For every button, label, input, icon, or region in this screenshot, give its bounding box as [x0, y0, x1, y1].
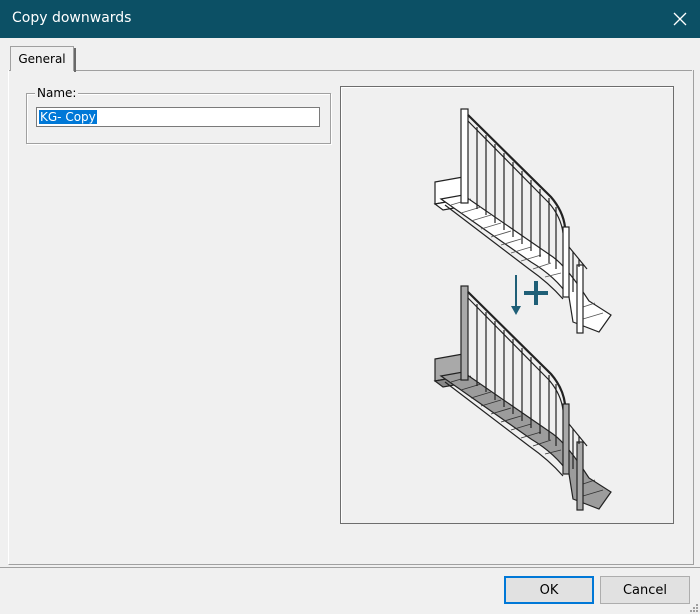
tab-general[interactable]: General	[10, 46, 76, 72]
name-input-value: KG- Copy	[39, 110, 97, 124]
close-icon	[673, 12, 687, 26]
cancel-button[interactable]: Cancel	[600, 576, 690, 604]
cancel-button-label: Cancel	[622, 582, 668, 598]
copy-staircase-downwards-illustration	[433, 108, 612, 511]
name-label: Name:	[35, 86, 79, 100]
resize-grip-icon[interactable]	[688, 602, 698, 612]
tab-label: General	[18, 52, 66, 66]
plus-icon	[524, 281, 548, 305]
close-button[interactable]	[660, 0, 700, 38]
ok-button-label: OK	[539, 582, 559, 598]
title-bar: Copy downwards	[0, 0, 700, 38]
preview-panel	[340, 86, 674, 524]
name-input[interactable]: KG- Copy	[36, 107, 320, 127]
button-bar-divider	[0, 567, 700, 568]
ok-button[interactable]: OK	[504, 576, 594, 604]
down-arrow-icon	[511, 275, 521, 315]
window-title: Copy downwards	[12, 10, 132, 26]
